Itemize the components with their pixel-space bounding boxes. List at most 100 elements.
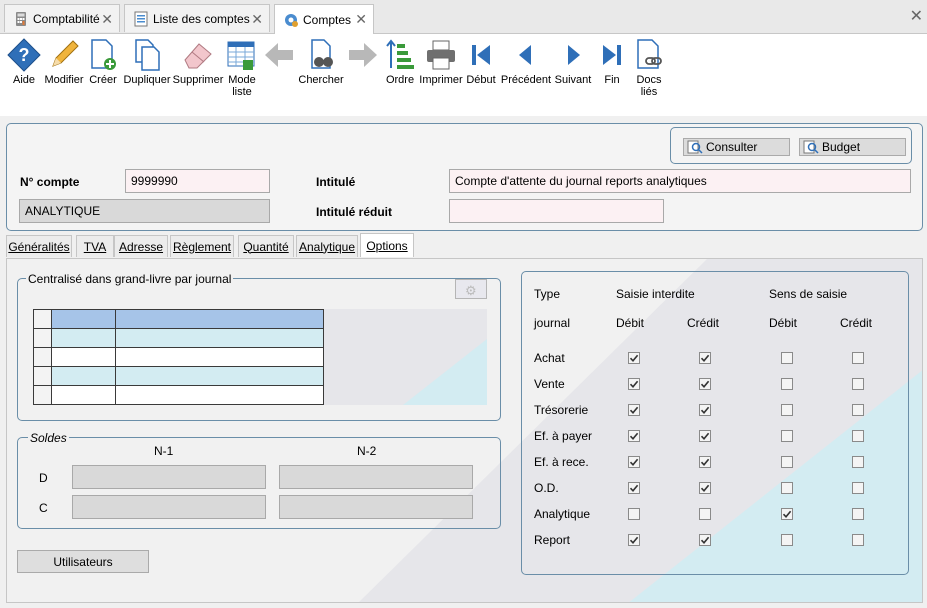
document-tab-bar: Comptabilité ✕ Liste des comptes ✕ Compt… bbox=[0, 0, 927, 34]
saisie-credit-checkbox[interactable] bbox=[699, 404, 711, 416]
saisie-debit-checkbox[interactable] bbox=[628, 508, 640, 520]
sens-credit-checkbox[interactable] bbox=[852, 404, 864, 416]
saisie-credit-checkbox[interactable] bbox=[699, 534, 711, 546]
fin-button[interactable]: Fin bbox=[596, 38, 628, 86]
credit-header-sens: Crédit bbox=[840, 316, 873, 330]
saisie-debit-checkbox[interactable] bbox=[628, 378, 640, 390]
saisie-debit-checkbox[interactable] bbox=[628, 352, 640, 364]
close-icon[interactable]: ✕ bbox=[101, 11, 113, 28]
table-row[interactable] bbox=[33, 385, 324, 405]
toolbar: ? Aide Modifier Créer Dupliquer Supprime… bbox=[0, 34, 927, 116]
aide-label: Aide bbox=[12, 74, 36, 86]
suivant-button[interactable]: Suivant bbox=[554, 38, 592, 86]
saisie-credit-checkbox[interactable] bbox=[699, 482, 711, 494]
intitule-value: Compte d'attente du journal reports anal… bbox=[455, 174, 707, 188]
no-compte-label: N° compte bbox=[20, 175, 80, 189]
tab-comptabilite[interactable]: Comptabilité ✕ bbox=[4, 4, 120, 32]
saisie-credit-checkbox[interactable] bbox=[699, 430, 711, 442]
tab-generalites[interactable]: Généralités bbox=[6, 235, 72, 257]
no-compte-field[interactable]: 9999990 bbox=[125, 169, 270, 193]
tab-liste-des-comptes[interactable]: Liste des comptes ✕ bbox=[124, 4, 270, 32]
dupliquer-button[interactable]: Dupliquer bbox=[122, 38, 172, 86]
account-header-panel: Consulter Budget N° compte 9999990 Intit… bbox=[6, 123, 923, 231]
sens-credit-checkbox[interactable] bbox=[852, 508, 864, 520]
sens-credit-checkbox[interactable] bbox=[852, 352, 864, 364]
modifier-button[interactable]: Modifier bbox=[42, 38, 86, 86]
sens-credit-checkbox[interactable] bbox=[852, 430, 864, 442]
ordre-button[interactable]: Ordre bbox=[382, 38, 418, 86]
sens-credit-checkbox[interactable] bbox=[852, 482, 864, 494]
creer-button[interactable]: Créer bbox=[86, 38, 120, 86]
imprimer-label: Imprimer bbox=[419, 74, 463, 86]
sens-debit-checkbox[interactable] bbox=[781, 482, 793, 494]
forward-arrow-button[interactable] bbox=[346, 38, 380, 74]
table-row[interactable] bbox=[33, 328, 324, 348]
sens-debit-checkbox[interactable] bbox=[781, 534, 793, 546]
back-arrow-button[interactable] bbox=[262, 38, 296, 74]
saisie-debit-checkbox[interactable] bbox=[628, 482, 640, 494]
saisie-debit-checkbox[interactable] bbox=[628, 404, 640, 416]
journal-row-label: Vente bbox=[534, 377, 565, 391]
next-record-icon bbox=[556, 38, 590, 72]
tab-reglement[interactable]: Règlement bbox=[170, 235, 234, 257]
intitule-field[interactable]: Compte d'attente du journal reports anal… bbox=[449, 169, 911, 193]
saisie-credit-checkbox[interactable] bbox=[699, 352, 711, 364]
consulter-button[interactable]: Consulter bbox=[683, 138, 790, 156]
mode-liste-button[interactable]: Mode liste bbox=[224, 38, 260, 98]
close-icon[interactable]: ✕ bbox=[355, 11, 367, 28]
saisie-debit-checkbox[interactable] bbox=[628, 534, 640, 546]
sens-debit-checkbox[interactable] bbox=[781, 352, 793, 364]
chercher-label: Chercher bbox=[298, 74, 344, 86]
tab-comptes[interactable]: Comptes ✕ bbox=[274, 4, 374, 34]
chercher-button[interactable]: Chercher bbox=[298, 38, 344, 86]
arrow-right-icon bbox=[346, 38, 380, 72]
sens-credit-checkbox[interactable] bbox=[852, 378, 864, 390]
imprimer-button[interactable]: Imprimer bbox=[418, 38, 464, 86]
sens-debit-checkbox[interactable] bbox=[781, 404, 793, 416]
debut-button[interactable]: Début bbox=[464, 38, 498, 86]
tab-tva[interactable]: TVA bbox=[76, 235, 114, 257]
tab-tva-label: TVA bbox=[83, 239, 107, 254]
sens-credit-checkbox[interactable] bbox=[852, 456, 864, 468]
saisie-credit-checkbox[interactable] bbox=[699, 378, 711, 390]
budget-label: Budget bbox=[822, 140, 861, 154]
sens-debit-checkbox[interactable] bbox=[781, 456, 793, 468]
table-row[interactable] bbox=[33, 366, 324, 386]
close-icon[interactable]: ✕ bbox=[251, 11, 263, 28]
journal-grid-area bbox=[33, 309, 487, 405]
tab-quantite[interactable]: Quantité bbox=[238, 235, 294, 257]
close-window-icon[interactable]: ✕ bbox=[910, 6, 923, 26]
solde-c-n2-field bbox=[279, 495, 473, 519]
tab-label: Liste des comptes bbox=[153, 11, 250, 26]
precedent-button[interactable]: Précédent bbox=[500, 38, 552, 86]
saisie-debit-checkbox[interactable] bbox=[628, 456, 640, 468]
tab-adresse[interactable]: Adresse bbox=[114, 235, 168, 257]
journal-row-label: Ef. à payer bbox=[534, 429, 593, 443]
tab-options-label: Options bbox=[366, 238, 408, 253]
sens-debit-checkbox[interactable] bbox=[781, 430, 793, 442]
budget-button[interactable]: Budget bbox=[799, 138, 906, 156]
table-row[interactable] bbox=[33, 347, 324, 367]
sort-order-icon bbox=[383, 38, 417, 72]
sens-debit-checkbox[interactable] bbox=[781, 508, 793, 520]
settings-button[interactable]: ⚙ bbox=[455, 279, 487, 299]
tab-options[interactable]: Options bbox=[360, 233, 414, 257]
aide-button[interactable]: ? Aide bbox=[6, 38, 42, 86]
utilisateurs-button[interactable]: Utilisateurs bbox=[17, 550, 149, 573]
duplicate-icon bbox=[130, 38, 164, 72]
sens-debit-checkbox[interactable] bbox=[781, 378, 793, 390]
docs-lies-button[interactable]: Docs liés bbox=[632, 38, 666, 98]
docs-lies-label-2: liés bbox=[640, 86, 658, 98]
tab-analytique[interactable]: Analytique bbox=[296, 235, 358, 257]
supprimer-button[interactable]: Supprimer bbox=[172, 38, 224, 86]
sens-credit-checkbox[interactable] bbox=[852, 534, 864, 546]
saisie-credit-checkbox[interactable] bbox=[699, 508, 711, 520]
last-record-icon bbox=[595, 38, 629, 72]
saisie-credit-checkbox[interactable] bbox=[699, 456, 711, 468]
supprimer-label: Supprimer bbox=[172, 74, 224, 86]
suivant-label: Suivant bbox=[554, 74, 592, 86]
journal-grid[interactable] bbox=[33, 309, 324, 405]
intitule-reduit-field[interactable] bbox=[449, 199, 664, 223]
saisie-debit-checkbox[interactable] bbox=[628, 430, 640, 442]
search-binoculars-icon bbox=[304, 38, 338, 72]
